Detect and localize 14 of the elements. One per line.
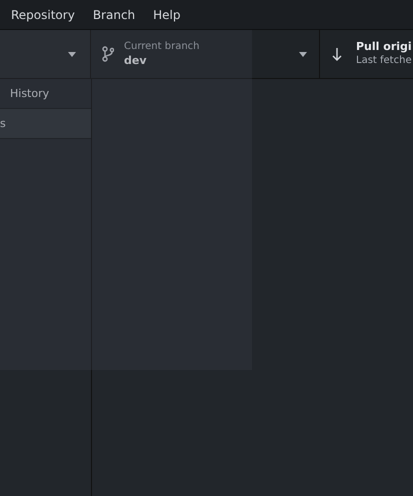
down-arrow-icon [332, 48, 342, 60]
branch-name: dev [124, 54, 148, 68]
branch-icon [102, 46, 114, 62]
menu-item[interactable]: Repository [2, 8, 84, 22]
current-branch-button[interactable]: Current branch dev [91, 30, 320, 78]
pull-button[interactable]: Pull origi Last fetche [320, 30, 413, 78]
button-label: Current branch [124, 40, 200, 54]
menu-item[interactable]: Branch [84, 8, 144, 22]
sidebar-tab[interactable]: s [0, 109, 91, 139]
menu-item[interactable]: Help [144, 8, 190, 22]
button-subtitle: Last fetche [356, 54, 412, 68]
button-title: Pull origi [356, 40, 412, 54]
caret-icon [68, 52, 76, 56]
caret-icon [299, 52, 307, 56]
